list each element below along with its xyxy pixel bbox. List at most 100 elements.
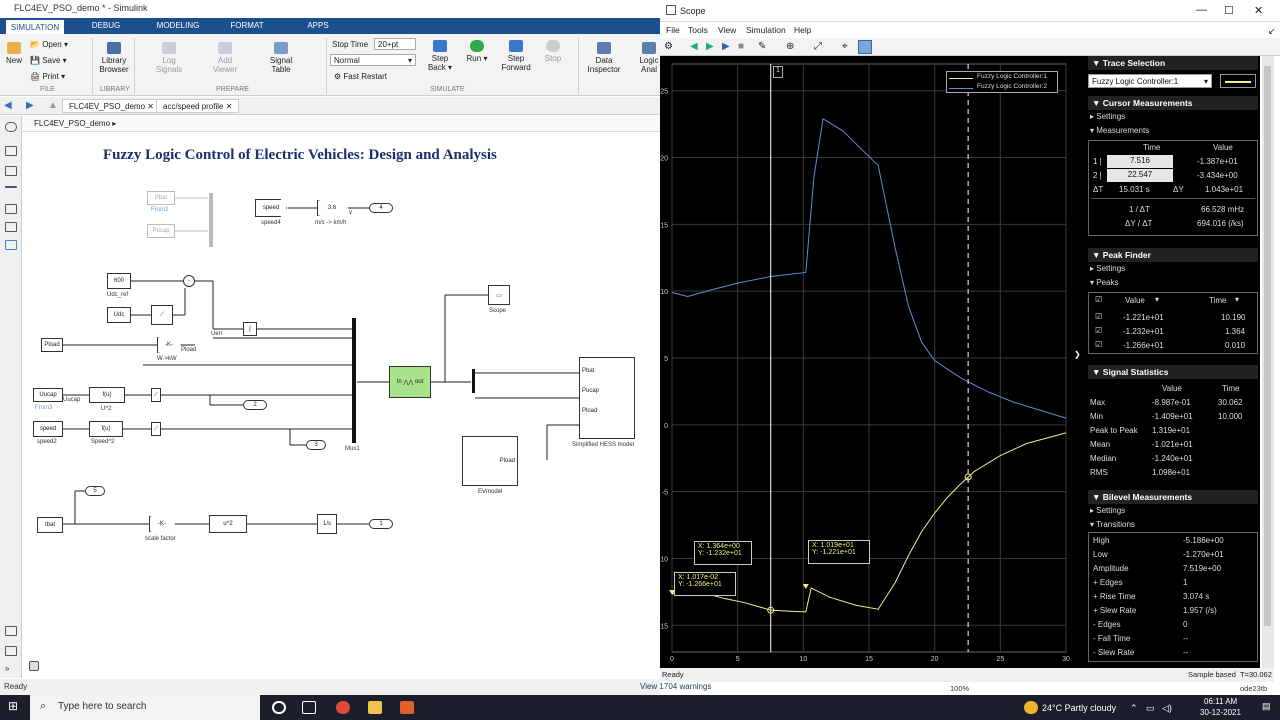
peak-settings-toggle[interactable]: ▸ Settings [1090, 264, 1125, 273]
volume-icon[interactable]: ◁) [1162, 703, 1172, 714]
warnings-link[interactable]: View 1704 warnings [640, 682, 760, 691]
outport-2[interactable]: 2 [243, 400, 267, 410]
sum-block[interactable]: - [183, 275, 195, 287]
menu-view[interactable]: View [718, 25, 736, 35]
cursor-tag[interactable]: 1 [773, 66, 783, 78]
trace-select[interactable]: Fuzzy Logic Controller:1 ▾ [1088, 74, 1212, 88]
model-canvas[interactable]: Fuzzy Logic Control of Electric Vehicles… [23, 133, 660, 678]
close-icon[interactable]: ✕ [147, 102, 154, 111]
stop-icon[interactable]: ■ [738, 41, 744, 52]
fcn-block[interactable]: f(u) [89, 387, 125, 403]
log-signals-button[interactable]: Log Signals [152, 42, 186, 74]
checkbox[interactable]: ☑ [1095, 340, 1102, 349]
doc-tab-speed-profile[interactable]: acc/speed profile ✕ [156, 99, 240, 113]
minimize-icon[interactable]: — [1196, 4, 1207, 16]
data-tip[interactable]: X: 1.017e-02 Y: -1.266e+01 [674, 572, 736, 596]
menu-simulation[interactable]: Simulation [746, 25, 786, 35]
fcn-block-2[interactable]: f(u) [89, 421, 123, 437]
library-browser-button[interactable]: Library Browser [98, 42, 130, 74]
tray-chevron-icon[interactable]: ⌃ [1130, 703, 1138, 714]
saturation-block[interactable]: ⟋ [151, 388, 161, 402]
weather-icon[interactable] [1024, 701, 1038, 714]
expand-icon[interactable]: » [5, 664, 17, 674]
data-inspector-button[interactable]: Data Inspector [586, 42, 622, 74]
back-arrow-icon[interactable]: ◀ [4, 100, 12, 111]
tab-simulation[interactable]: SIMULATION [6, 18, 64, 34]
bilevel-settings-toggle[interactable]: ▸ Settings [1090, 506, 1125, 515]
mux-grey[interactable] [209, 193, 213, 247]
annotation-icon[interactable] [5, 204, 17, 214]
saturation-block[interactable]: ⟋ [151, 422, 161, 436]
mux-block[interactable] [352, 318, 356, 443]
sort-icon[interactable]: ▾ [1155, 295, 1159, 304]
rate-limiter-block[interactable]: ⟋ [151, 305, 173, 325]
doc-tab-model[interactable]: FLC4EV_PSO_demo ✕ [62, 99, 161, 113]
peaks-toggle[interactable]: ▾ Peaks [1090, 278, 1118, 287]
model-browser-icon[interactable] [5, 626, 17, 636]
zoom-in-icon[interactable]: ⊕ [786, 41, 794, 52]
from-block-uucap[interactable]: Uucap [33, 388, 63, 402]
file-explorer-icon[interactable] [368, 701, 382, 714]
network-icon[interactable]: ▭ [1146, 703, 1155, 714]
close-icon[interactable]: ✕ [226, 102, 233, 111]
scroll-thumb[interactable] [1264, 66, 1271, 626]
saturation-block[interactable]: ∫ [243, 322, 257, 336]
menu-help[interactable]: Help [794, 25, 811, 35]
tab-apps[interactable]: APPS [298, 18, 338, 34]
highlight-icon[interactable]: ✎ [758, 41, 766, 52]
checkbox[interactable]: ☑ [1095, 326, 1102, 335]
cursor2-time-input[interactable]: 22.547 [1107, 169, 1173, 182]
autoscale-icon[interactable]: ⤢ [814, 41, 822, 52]
hide-icon[interactable] [29, 661, 39, 671]
bilevel-header[interactable]: ▼ Bilevel Measurements [1088, 490, 1258, 504]
weather-text[interactable]: 24°C Partly cloudy [1042, 703, 1116, 713]
ev-model-block[interactable]: Pload [462, 436, 518, 486]
goto-pbat[interactable]: Pbat [147, 191, 175, 205]
cursor-settings-toggle[interactable]: ▸ Settings [1090, 112, 1125, 121]
run-icon[interactable]: ▶ [706, 41, 714, 52]
breadcrumb-item[interactable]: FLC4EV_PSO_demo [34, 119, 110, 128]
outport-4[interactable]: 4 [369, 203, 393, 213]
fit-view-icon[interactable] [5, 166, 17, 176]
menu-tools[interactable]: Tools [688, 25, 708, 35]
data-tip[interactable]: X: 1.019e+01 Y: -1.221e+01 [808, 540, 870, 564]
area-icon[interactable] [5, 240, 17, 250]
transitions-toggle[interactable]: ▾ Transitions [1090, 520, 1135, 529]
arrow-icon[interactable] [5, 186, 17, 196]
checkbox[interactable]: ☑ [1095, 312, 1102, 321]
save-button[interactable]: 💾 Save ▾ [30, 56, 67, 65]
tab-debug[interactable]: DEBUG [84, 18, 128, 34]
scope-block[interactable]: ▭ [488, 285, 510, 305]
checkbox[interactable]: ☑ [1095, 295, 1102, 304]
cursor-measurements-toggle[interactable]: ▾ Measurements [1090, 126, 1149, 135]
constant-block[interactable]: 600 [107, 273, 131, 289]
data-cursors-icon[interactable] [858, 40, 872, 54]
logic-analyzer-button[interactable]: Logic Anal [638, 42, 660, 74]
step-forward-icon[interactable]: ▶ [722, 41, 730, 52]
cursor-measurements-icon[interactable]: ⌖ [842, 41, 848, 52]
cortana-icon[interactable] [272, 701, 286, 714]
from-block-speed2[interactable]: speed [33, 421, 63, 437]
taskbar-search[interactable]: ⌕ Type here to search [30, 695, 260, 720]
pin-icon[interactable]: ↙ [1268, 26, 1276, 37]
hess-model-block[interactable]: Pbat Pucap Pload [579, 357, 635, 439]
forward-arrow-icon[interactable]: ▶ [26, 100, 34, 111]
plot-legend[interactable]: Fuzzy Logic Controller:1 Fuzzy Logic Con… [946, 71, 1058, 93]
property-inspector-icon[interactable] [5, 646, 17, 656]
signal-statistics-header[interactable]: ▼ Signal Statistics [1088, 365, 1258, 379]
run-button[interactable]: Run ▾ [466, 40, 488, 63]
tab-format[interactable]: FORMAT [224, 18, 270, 34]
scope-plot-area[interactable]: 25 20 15 10 5 0 -5 -10 -15 0 5 10 15 20 25 30 Fuzzy Log… [658, 56, 1086, 668]
add-viewer-button[interactable]: Add Viewer [208, 42, 242, 74]
new-button[interactable]: New [4, 42, 24, 65]
up-arrow-icon[interactable]: ▲ [48, 100, 58, 111]
simulation-mode-select[interactable]: Normal ▾ [330, 54, 416, 66]
demux-block[interactable] [472, 369, 475, 393]
from-block-pload[interactable]: Pload [41, 338, 63, 352]
outport-1[interactable]: 1 [369, 519, 393, 529]
clock-time[interactable]: 06:11 AM [1204, 697, 1237, 706]
print-button[interactable]: 🖨 Print ▾ [30, 72, 65, 81]
zoom-icon[interactable] [5, 146, 17, 156]
panel-scrollbar[interactable] [1262, 56, 1274, 668]
clock-date[interactable]: 30-12-2021 [1200, 708, 1241, 717]
